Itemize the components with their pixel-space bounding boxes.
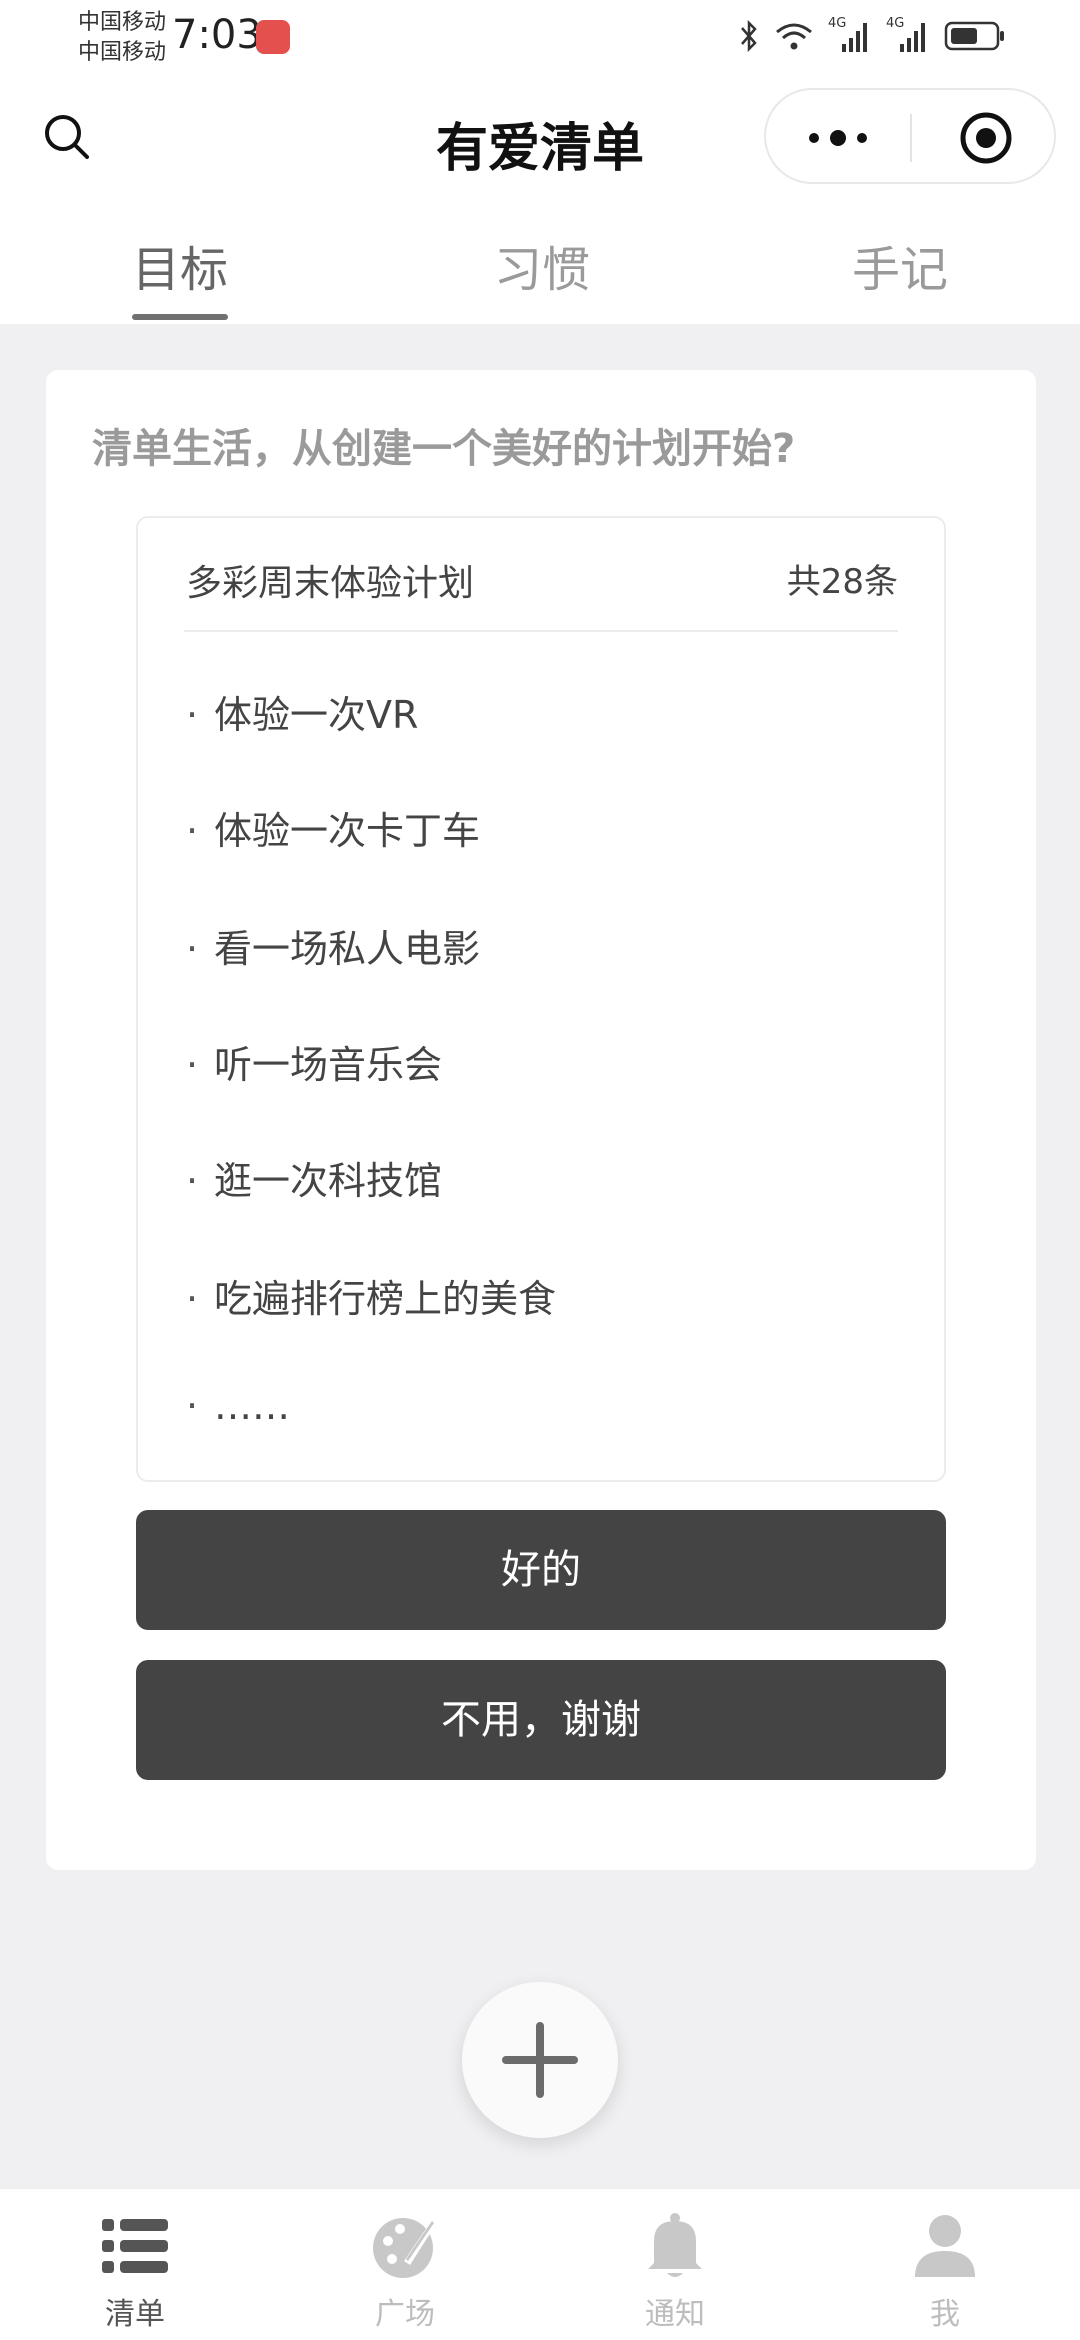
bell-icon <box>648 2213 702 2277</box>
huawei-app-icon <box>256 20 290 54</box>
status-icons: 4G 4G <box>738 16 1006 56</box>
app-screen: 中国移动 中国移动 7:03 4G 4G 有爱清单 目标 习惯 手记 清单生活，… <box>0 0 1080 2340</box>
accept-button[interactable]: 好的 <box>136 1510 946 1630</box>
more-button[interactable] <box>798 118 878 158</box>
close-miniprogram-button[interactable] <box>958 110 1014 166</box>
more-dots-icon <box>809 130 867 146</box>
nav-item-notifications[interactable]: 通知 <box>540 2189 810 2340</box>
list-item: · 听一场音乐会 <box>186 1043 443 1087</box>
palette-icon <box>373 2217 438 2278</box>
tab-bar: 目标 习惯 手记 <box>0 202 1080 324</box>
plan-title: 多彩周末体验计划 <box>186 563 475 604</box>
list-item-text: 体验一次卡丁车 <box>214 809 481 853</box>
capsule-divider <box>910 114 912 162</box>
decline-button[interactable]: 不用，谢谢 <box>136 1660 946 1780</box>
plan-count: 共28条 <box>786 562 898 602</box>
list-item-text: 听一场音乐会 <box>214 1043 443 1087</box>
add-button[interactable] <box>462 1982 618 2138</box>
carrier-1: 中国移动 <box>78 10 167 35</box>
battery-icon <box>944 21 1004 51</box>
list-item: · 吃遍排行榜上的美食 <box>186 1277 557 1321</box>
plan-preview: 多彩周末体验计划 共28条 · 体验一次VR · 体验一次卡丁车 · 看一场私人电影 … <box>136 516 946 1482</box>
list-item-text: 逛一次科技馆 <box>214 1159 443 1203</box>
list-item: · 体验一次卡丁车 <box>186 809 481 853</box>
clock: 7:03 <box>172 12 262 58</box>
list-item: · 逛一次科技馆 <box>186 1159 443 1203</box>
close-target-icon <box>960 112 1012 164</box>
carrier-2: 中国移动 <box>78 40 167 65</box>
wifi-icon <box>776 23 812 50</box>
nav-label: 广场 <box>375 2297 435 2332</box>
signal-bars-icon <box>842 23 867 52</box>
list-item-text: 吃遍排行榜上的美食 <box>214 1277 557 1321</box>
tab-habits[interactable]: 习惯 <box>494 230 590 300</box>
plus-icon <box>502 2022 578 2098</box>
status-bar: 中国移动 中国移动 7:03 4G 4G <box>0 0 1080 72</box>
list-item-text: 看一场私人电影 <box>214 927 481 971</box>
list-item: · 看一场私人电影 <box>186 927 481 971</box>
nav-label: 通知 <box>645 2297 705 2332</box>
nav-label: 清单 <box>105 2297 165 2332</box>
bottom-nav: 清单 广场 通知 我 <box>0 2188 1080 2340</box>
list-item: · 体验一次VR <box>186 693 419 737</box>
nav-item-me[interactable]: 我 <box>810 2189 1080 2340</box>
list-item-text: …… <box>214 1384 290 1428</box>
tab-notes[interactable]: 手记 <box>852 230 948 300</box>
list-item: ·…… <box>186 1384 290 1428</box>
signal-bars-icon <box>900 23 925 52</box>
nav-label: 我 <box>930 2297 960 2332</box>
list-item-text: 体验一次VR <box>214 693 419 737</box>
miniprogram-capsule <box>764 88 1056 184</box>
person-icon <box>915 2215 975 2277</box>
signal-2: 4G <box>886 16 930 54</box>
list-icon <box>102 2219 168 2273</box>
bluetooth-icon <box>741 19 757 53</box>
carrier-info: 中国移动 中国移动 <box>78 8 166 68</box>
app-header: 有爱清单 <box>0 72 1080 202</box>
nav-item-list[interactable]: 清单 <box>0 2189 270 2340</box>
card-prompt: 清单生活，从创建一个美好的计划开始? <box>92 426 796 472</box>
onboarding-card: 清单生活，从创建一个美好的计划开始? 多彩周末体验计划 共28条 · 体验一次VR… <box>46 370 1036 1870</box>
tab-goals[interactable]: 目标 <box>132 230 228 300</box>
signal-1: 4G <box>828 16 872 54</box>
plan-divider <box>184 630 898 632</box>
nav-item-square[interactable]: 广场 <box>270 2189 540 2340</box>
active-tab-indicator <box>132 314 228 320</box>
